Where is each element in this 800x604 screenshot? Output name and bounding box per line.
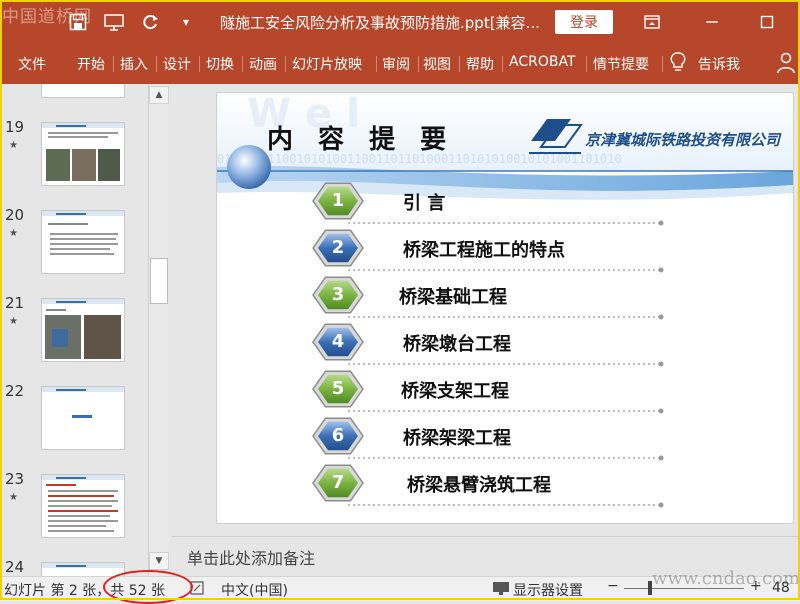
tab-separator (662, 56, 663, 72)
item-number: 2 (331, 237, 345, 258)
tab-storyboard[interactable]: 情节提要 (593, 54, 649, 74)
ribbon-tabs: 文件 开始 插入 设计 切换 动画 幻灯片放映 审阅 视图 帮助 ACROBAT… (0, 44, 800, 84)
item-divider-dot (658, 220, 664, 226)
tab-separator (586, 56, 587, 72)
item-divider-dot (658, 267, 664, 273)
outline-item-label[interactable]: 桥梁支架工程 (401, 377, 509, 403)
tab-view[interactable]: 视图 (423, 54, 451, 74)
scroll-down-arrow-icon[interactable]: ▼ (149, 552, 169, 570)
document-title: 隧施工安全风险分析及事故预防措施.ppt[兼容... (220, 14, 540, 32)
slide-number: 21 (5, 294, 25, 312)
outline-item-label[interactable]: 桥梁架梁工程 (403, 424, 511, 450)
minimize-icon[interactable] (700, 10, 724, 34)
slide-number: 23 (5, 470, 25, 488)
slide-thumbnail[interactable] (41, 210, 125, 274)
outline-item-label[interactable]: 桥梁墩台工程 (403, 330, 511, 356)
outline-item-label[interactable]: 桥梁基础工程 (399, 283, 507, 309)
tab-home[interactable]: 开始 (77, 54, 105, 74)
thumbnail-scrollbar[interactable]: ▲ ▼ (148, 84, 169, 576)
tab-acrobat[interactable]: ACROBAT (509, 54, 576, 70)
outline-item-label[interactable]: 桥梁工程施工的特点 (403, 236, 565, 262)
current-slide[interactable]: W e l 0101001110010101001100110110100011… (216, 92, 794, 524)
notes-edit-icon[interactable] (190, 581, 204, 599)
restore-icon[interactable] (755, 10, 779, 34)
language-status[interactable]: 中文(中国) (221, 580, 288, 600)
animation-star-icon: ★ (9, 316, 18, 327)
tab-separator (113, 56, 114, 72)
animation-star-icon: ★ (9, 140, 18, 151)
tab-separator (376, 56, 377, 72)
animation-star-icon: ★ (9, 228, 18, 239)
ribbon-display-icon[interactable] (640, 10, 664, 34)
item-divider-dot (658, 361, 664, 367)
slide-thumbnail-pane: 19 ★ 20 ★ 21 ★ 22 23 ★ 24 (0, 84, 172, 576)
tab-separator (199, 56, 200, 72)
scrollbar-thumb[interactable] (150, 258, 168, 304)
tab-animations[interactable]: 动画 (249, 54, 277, 74)
tab-review[interactable]: 审阅 (382, 54, 410, 74)
tab-transitions[interactable]: 切换 (206, 54, 234, 74)
share-icon[interactable] (776, 52, 796, 78)
slide-thumbnail[interactable] (41, 386, 125, 450)
notes-placeholder: 单击此处添加备注 (187, 549, 316, 568)
tab-slideshow[interactable]: 幻灯片放映 (292, 54, 362, 74)
scroll-up-arrow-icon[interactable]: ▲ (149, 86, 169, 104)
tab-help[interactable]: 帮助 (466, 54, 494, 74)
slide-number: 20 (5, 206, 25, 224)
slide-thumbnail[interactable] (41, 84, 125, 98)
outline-item-label[interactable]: 引 言 (403, 189, 445, 215)
slide-thumbnail[interactable] (41, 562, 125, 576)
tab-file[interactable]: 文件 (18, 54, 46, 74)
tab-separator (502, 56, 503, 72)
save-icon[interactable] (66, 10, 90, 34)
item-divider-dot (658, 408, 664, 414)
slide-number: 19 (5, 118, 25, 136)
login-button[interactable]: 登录 (555, 10, 613, 34)
lightbulb-icon[interactable] (670, 52, 686, 76)
tab-separator (242, 56, 243, 72)
slide-thumbnail[interactable] (41, 474, 125, 538)
item-divider-dot (658, 314, 664, 320)
item-number: 6 (331, 425, 345, 446)
display-settings-button[interactable]: 显示器设置 (513, 580, 583, 600)
tab-separator (285, 56, 286, 72)
slide-number: 22 (5, 382, 25, 400)
customize-toolbar-icon[interactable]: ▾ (174, 10, 198, 34)
item-number: 4 (331, 331, 345, 352)
tab-design[interactable]: 设计 (163, 54, 191, 74)
outline-item-label[interactable]: 桥梁悬臂浇筑工程 (407, 471, 551, 497)
tab-separator (156, 56, 157, 72)
slide-count-status: 幻灯片 第 2 张，共 52 张 (4, 583, 165, 599)
slide-thumbnail[interactable] (41, 298, 125, 362)
item-number: 1 (331, 190, 345, 211)
tab-separator (418, 56, 419, 72)
animation-star-icon: ★ (9, 492, 18, 503)
tell-me-search[interactable]: 告诉我 (698, 54, 740, 74)
redo-icon[interactable] (138, 10, 162, 34)
title-bar: 中国道桥网 ▾ 隧施工安全风险分析及事故预防措施.ppt[兼容... 登录 (0, 0, 800, 44)
site-watermark-url: www.cndao.com (652, 568, 800, 589)
item-number: 7 (331, 472, 345, 493)
tab-insert[interactable]: 插入 (120, 54, 148, 74)
display-settings-icon[interactable] (492, 581, 510, 599)
presentation-icon[interactable] (102, 10, 126, 34)
item-number: 3 (331, 284, 345, 305)
item-number: 5 (331, 378, 345, 399)
item-divider-dot (658, 455, 664, 461)
item-divider-dot (658, 502, 664, 508)
zoom-out-button[interactable]: − (607, 578, 619, 594)
slide-thumbnail[interactable] (41, 122, 125, 186)
tab-separator (459, 56, 460, 72)
slide-number: 24 (5, 558, 25, 576)
